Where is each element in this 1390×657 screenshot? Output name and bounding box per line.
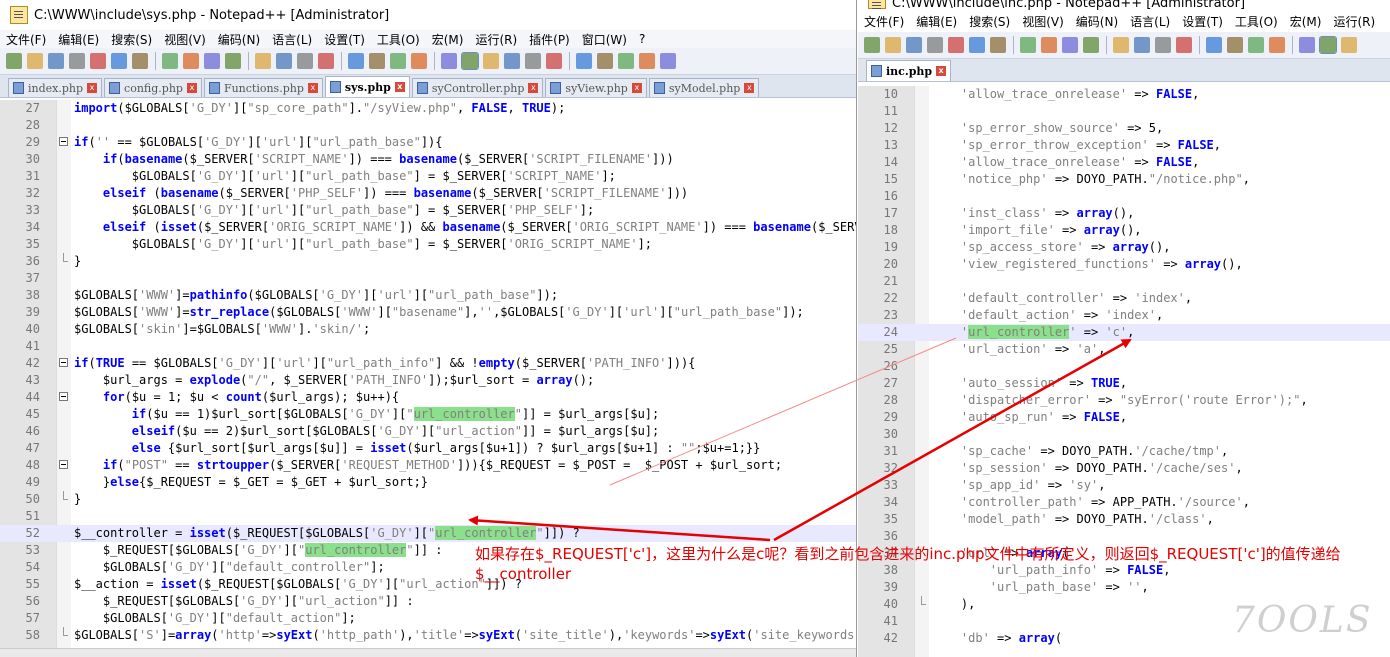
watermark-logo: 7OOLS xyxy=(1232,600,1373,641)
annotation-text: 如果存在$_REQUEST['c']，这里为什么是c呢？看到之前包含进来的inc… xyxy=(475,545,1341,583)
thin-connector xyxy=(609,337,957,486)
arrow-to-url-controller-inc xyxy=(773,338,1132,542)
arrow-to-url-controller-sys xyxy=(468,515,771,542)
